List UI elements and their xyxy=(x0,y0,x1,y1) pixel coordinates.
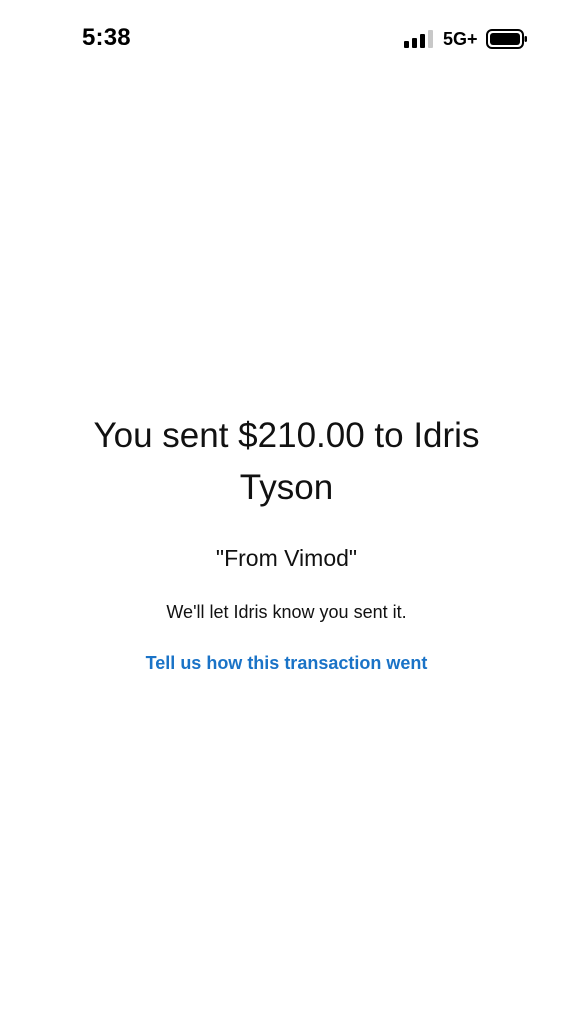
confirmation-headline: You sent $210.00 to Idris Tyson xyxy=(93,416,480,507)
notification-info: We'll let Idris know you sent it. xyxy=(166,602,407,622)
network-type: 5G+ xyxy=(443,29,478,49)
signal-bars-icon xyxy=(404,30,433,48)
battery-icon xyxy=(486,29,527,49)
confirmation-panel: You sent $210.00 to Idris Tyson "From Vi… xyxy=(0,410,573,675)
payment-note: "From Vimod" xyxy=(215,545,358,571)
transaction-feedback-link[interactable]: Tell us how this transaction went xyxy=(146,651,428,675)
status-time: 5:38 xyxy=(82,24,131,51)
status-bar: 5:38 5G+ xyxy=(0,0,573,80)
